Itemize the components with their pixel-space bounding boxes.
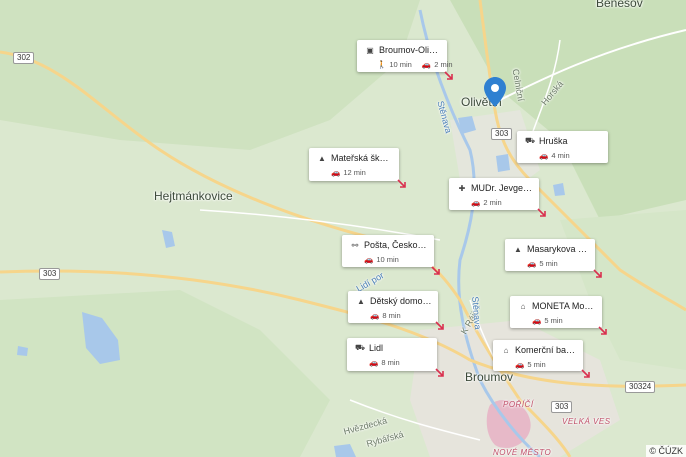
medical-icon: ✚	[458, 183, 466, 193]
shopping-cart-icon: ⛟	[355, 343, 366, 352]
drive-time: 10 min	[376, 255, 399, 264]
bus-icon: ▣	[366, 45, 374, 55]
poi-card-masarykova[interactable]: ▲ Masarykova Zákl... 🚗5 min	[505, 239, 595, 271]
poi-title: Broumov-Olivětín	[379, 45, 441, 55]
navigate-arrow-icon[interactable]	[592, 268, 604, 280]
road-shield-303: 303	[551, 401, 573, 413]
poi-title: Masarykova Zákl...	[527, 244, 589, 254]
poi-card-broumov-olivetin[interactable]: ▣ Broumov-Olivětín 🚶10 min 🚗2 min	[357, 40, 453, 72]
poi-card-hruska[interactable]: ⛟ Hruška 🚗 4 min	[517, 131, 608, 163]
walk-icon: 🚶	[377, 60, 387, 69]
drive-time: 5 min	[544, 316, 563, 325]
navigate-arrow-icon[interactable]	[434, 367, 446, 379]
town-label-benesov: Benešov	[596, 0, 643, 10]
drive-time: 8 min	[382, 311, 401, 320]
road-shield-303: 303	[39, 268, 61, 280]
post-office-icon: ⚯	[351, 240, 359, 250]
drive-time: 8 min	[381, 358, 400, 367]
school-icon: ▲	[318, 153, 326, 163]
poi-title: Dětský domov ma...	[370, 296, 432, 306]
car-icon: 🚗	[364, 255, 374, 264]
road-shield-30324: 30324	[625, 381, 656, 393]
car-icon: 🚗	[527, 259, 537, 268]
poi-title: Mateřská škola H...	[331, 153, 393, 163]
poi-card-detsky-domov[interactable]: ▲ Dětský domov ma... 🚗8 min	[348, 291, 438, 323]
car-icon: 🚗	[370, 311, 380, 320]
navigate-arrow-icon[interactable]	[580, 368, 592, 380]
walk-time: 10 min	[389, 60, 412, 69]
district-label-velka-ves: VELKÁ VES	[562, 417, 611, 426]
bank-icon: ⌂	[520, 301, 526, 311]
location-pin-icon[interactable]	[484, 77, 506, 107]
school-icon: ▲	[514, 244, 522, 254]
district-label-porici: POŘÍČÍ	[503, 400, 534, 409]
car-icon: 🚗	[369, 358, 379, 367]
navigate-arrow-icon[interactable]	[536, 207, 548, 219]
car-icon: 🚗	[421, 60, 432, 69]
poi-card-komercni-banka[interactable]: ⌂ Komerční banka 🚗 5 min	[493, 340, 583, 371]
poi-card-materska-skola[interactable]: ▲ Mateřská škola H... 🚗12 min	[309, 148, 399, 181]
poi-card-lidl[interactable]: ⛟ Lidl 🚗 8 min	[347, 338, 437, 371]
navigate-arrow-icon[interactable]	[430, 265, 442, 277]
poi-title: MONETA Money ...	[532, 301, 596, 311]
poi-title: Hruška	[539, 136, 568, 146]
car-icon: 🚗	[331, 168, 341, 177]
town-label-hejtmankovice: Hejtmánkovice	[154, 189, 233, 203]
town-label-broumov: Broumov	[465, 370, 514, 384]
car-icon: 🚗	[471, 198, 481, 207]
drive-time: 5 min	[527, 360, 546, 369]
poi-card-posta[interactable]: ⚯ Pošta, Československe... 🚗10 min	[342, 235, 434, 267]
poi-title: Komerční banka	[515, 345, 577, 355]
car-icon: 🚗	[539, 151, 549, 160]
poi-title: Lidl	[369, 343, 384, 353]
drive-time: 5 min	[539, 259, 558, 268]
drive-time: 12 min	[343, 168, 366, 177]
poi-title: Pošta, Československe...	[364, 240, 428, 250]
poi-card-moneta[interactable]: ⌂ MONETA Money ... 🚗5 min	[510, 296, 602, 328]
drive-time: 2 min	[434, 60, 453, 69]
drive-time: 2 min	[483, 198, 502, 207]
navigate-arrow-icon[interactable]	[434, 320, 446, 332]
school-icon: ▲	[357, 296, 365, 306]
car-icon: 🚗	[515, 360, 525, 369]
shopping-cart-icon: ⛟	[525, 136, 536, 145]
poi-title: MUDr. Jevgenjevi...	[471, 183, 533, 193]
district-label-nove-mesto: NOVÉ MĚSTO	[493, 448, 552, 457]
map-background[interactable]	[0, 0, 686, 457]
map-attribution[interactable]: © ČÚZK	[646, 445, 686, 457]
road-shield-302: 302	[13, 52, 35, 64]
navigate-arrow-icon[interactable]	[396, 178, 408, 190]
road-shield-303: 303	[491, 128, 513, 140]
bank-icon: ⌂	[503, 345, 509, 355]
pond	[553, 183, 565, 196]
navigate-arrow-icon[interactable]	[597, 325, 609, 337]
pond	[496, 154, 510, 172]
car-icon: 🚗	[532, 316, 542, 325]
navigate-arrow-icon[interactable]	[443, 70, 455, 82]
drive-time: 4 min	[551, 151, 570, 160]
poi-card-mudr[interactable]: ✚ MUDr. Jevgenjevi... 🚗2 min	[449, 178, 539, 210]
